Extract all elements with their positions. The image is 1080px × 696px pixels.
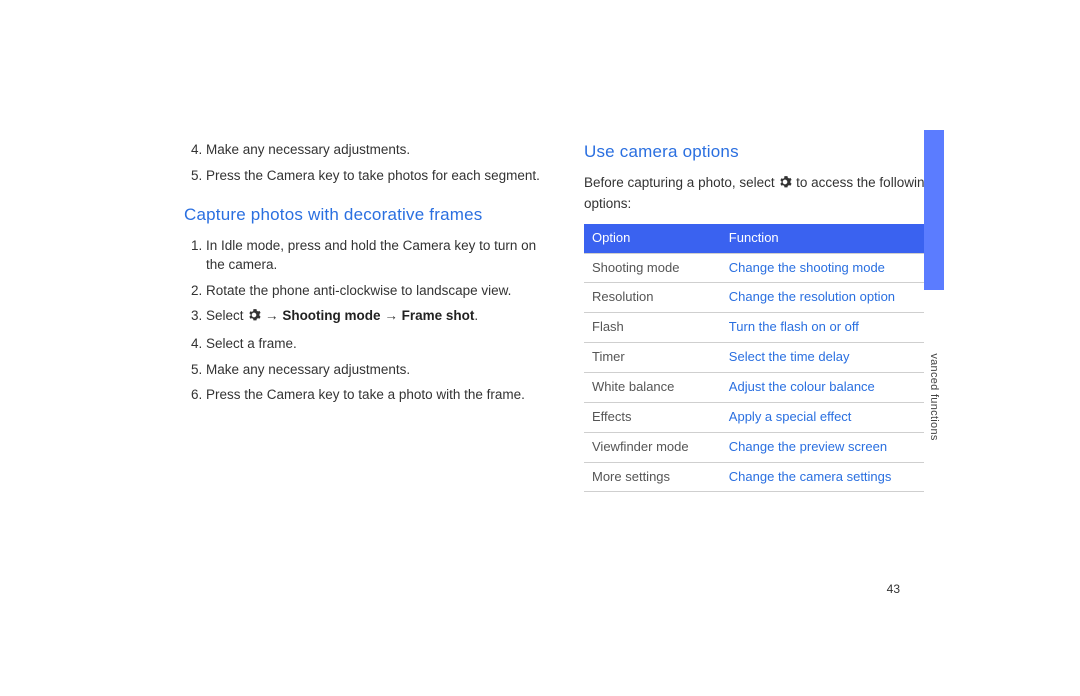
cell-function: Change the preview screen <box>721 432 944 462</box>
intro-prefix: Before capturing a photo, select <box>584 175 778 190</box>
options-table: Option Function Shooting modeChange the … <box>584 224 944 493</box>
cell-function: Apply a special effect <box>721 402 944 432</box>
list-item: Rotate the phone anti-clockwise to lands… <box>206 281 544 301</box>
side-tab-label-rest: vanced functions <box>928 353 940 440</box>
gear-icon <box>247 308 261 328</box>
cell-option: More settings <box>584 462 721 492</box>
cell-option: Effects <box>584 402 721 432</box>
table-row: White balanceAdjust the colour balance <box>584 372 944 402</box>
cell-function: Select the time delay <box>721 343 944 373</box>
cell-function: Change the camera settings <box>721 462 944 492</box>
table-row: Viewfinder modeChange the preview screen <box>584 432 944 462</box>
cell-option: Timer <box>584 343 721 373</box>
cell-function: Change the resolution option <box>721 283 944 313</box>
page: Make any necessary adjustments. Press th… <box>0 0 1080 696</box>
intro-paragraph: Before capturing a photo, select to acce… <box>584 173 944 214</box>
table-row: EffectsApply a special effect <box>584 402 944 432</box>
arrow: → <box>384 308 401 323</box>
list-item: Make any necessary adjustments. <box>206 360 544 380</box>
cell-function: Change the shooting mode <box>721 253 944 283</box>
list-text: Press the Camera key to take a photo wit… <box>206 387 525 402</box>
th-option: Option <box>584 224 721 253</box>
suffix: . <box>474 308 478 323</box>
cell-option: Shooting mode <box>584 253 721 283</box>
bold-text: Shooting mode <box>282 308 380 323</box>
table-row: Shooting modeChange the shooting mode <box>584 253 944 283</box>
table-row: FlashTurn the flash on or off <box>584 313 944 343</box>
cell-option: Resolution <box>584 283 721 313</box>
list-text: Select a frame. <box>206 336 297 351</box>
list-text: Make any necessary adjustments. <box>206 362 410 377</box>
content-columns: Make any necessary adjustments. Press th… <box>0 0 1080 492</box>
table-header-row: Option Function <box>584 224 944 253</box>
bold-text: Frame shot <box>402 308 475 323</box>
side-tab: using advanced functions <box>924 130 944 620</box>
cell-option: Viewfinder mode <box>584 432 721 462</box>
cell-option: Flash <box>584 313 721 343</box>
list-text: In Idle mode, press and hold the Camera … <box>206 238 536 273</box>
cell-function: Adjust the colour balance <box>721 372 944 402</box>
table-row: More settingsChange the camera settings <box>584 462 944 492</box>
gear-icon <box>778 175 792 195</box>
list-item: In Idle mode, press and hold the Camera … <box>206 236 544 275</box>
arrow: → <box>265 308 282 323</box>
frames-list: In Idle mode, press and hold the Camera … <box>184 236 544 405</box>
list-text: Make any necessary adjustments. <box>206 142 410 157</box>
side-tab-label: using advanced functions <box>928 309 940 440</box>
list-item: Press the Camera key to take a photo wit… <box>206 385 544 405</box>
list-text: Press the Camera key to take photos for … <box>206 168 540 183</box>
left-column: Make any necessary adjustments. Press th… <box>184 140 544 492</box>
side-tab-label-highlighted: using ad <box>928 309 940 353</box>
table-row: TimerSelect the time delay <box>584 343 944 373</box>
list-text-prefix: Select <box>206 308 247 323</box>
cell-option: White balance <box>584 372 721 402</box>
section-heading-frames: Capture photos with decorative frames <box>184 203 544 228</box>
continued-list: Make any necessary adjustments. Press th… <box>184 140 544 185</box>
side-tab-highlight <box>924 130 944 290</box>
table-row: ResolutionChange the resolution option <box>584 283 944 313</box>
section-heading-options: Use camera options <box>584 140 944 165</box>
list-item: Make any necessary adjustments. <box>206 140 544 160</box>
list-text: Rotate the phone anti-clockwise to lands… <box>206 283 511 298</box>
cell-function: Turn the flash on or off <box>721 313 944 343</box>
page-number: 43 <box>887 582 900 596</box>
th-function: Function <box>721 224 944 253</box>
list-item: Select → Shooting mode → Frame shot. <box>206 306 544 328</box>
list-item: Press the Camera key to take photos for … <box>206 166 544 186</box>
list-item: Select a frame. <box>206 334 544 354</box>
right-column: Use camera options Before capturing a ph… <box>584 140 944 492</box>
